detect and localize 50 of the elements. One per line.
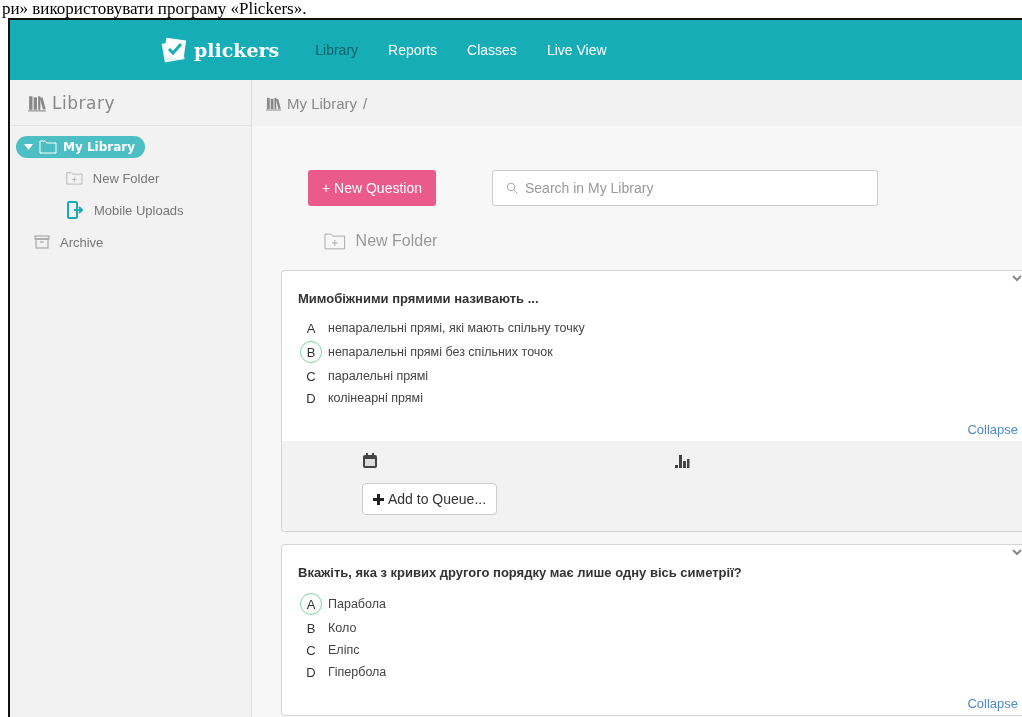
plus-icon bbox=[373, 493, 384, 505]
collapse-link[interactable]: Collapse bbox=[282, 682, 1022, 715]
folder-icon bbox=[39, 140, 57, 154]
brand-name: plickers bbox=[194, 39, 280, 61]
answer-text: Парабола bbox=[328, 597, 386, 611]
new-folder-link[interactable]: New Folder bbox=[252, 206, 1022, 250]
nav-tab[interactable]: Reports bbox=[388, 42, 438, 58]
question-title: Вкажіть, яка з кривих другого порядку має лише одну вісь симетрії? bbox=[298, 564, 743, 582]
tree-item[interactable]: Mobile Uploads bbox=[16, 198, 245, 222]
new-question-button[interactable]: + New Question bbox=[308, 170, 436, 206]
search-icon bbox=[506, 182, 518, 194]
caret-icon bbox=[24, 143, 33, 151]
tree-item[interactable]: My Library bbox=[16, 136, 146, 158]
chevron-icon bbox=[1012, 275, 1022, 283]
answer-text: Коло bbox=[328, 621, 357, 635]
question-title: Мимобіжними прямими називають ... bbox=[298, 290, 540, 308]
answer-letter: A bbox=[305, 319, 317, 338]
logo-icon bbox=[160, 37, 188, 63]
nav-tab[interactable]: Classes bbox=[467, 42, 517, 58]
folder-plus-icon bbox=[324, 232, 346, 250]
answer-letter: D bbox=[305, 389, 317, 408]
books-icon bbox=[28, 93, 46, 112]
answer-letter: D bbox=[305, 663, 317, 682]
answer-letter: C bbox=[305, 641, 317, 660]
breadcrumb-link[interactable]: My Library bbox=[287, 94, 357, 112]
collapse-link[interactable]: Collapse bbox=[282, 408, 1022, 441]
document-caption: ри» використовувати програму «Plickers». bbox=[1, 0, 308, 18]
add-to-queue-button[interactable]: Add to Queue... bbox=[362, 483, 498, 515]
chevron-icon bbox=[1012, 549, 1022, 557]
books-icon bbox=[266, 95, 281, 111]
bar-chart-icon[interactable] bbox=[674, 453, 690, 469]
phone-export-icon bbox=[66, 201, 84, 219]
answer-text: непаралельні прямі без спільних точок bbox=[328, 345, 553, 359]
answer-text: паралельні прямі bbox=[328, 369, 429, 383]
nav-tab[interactable]: Library bbox=[315, 42, 359, 58]
answer-text: Гіпербола bbox=[328, 665, 387, 679]
calendar-icon[interactable] bbox=[362, 453, 378, 469]
sidebar-title: Library bbox=[52, 92, 115, 113]
nav-tab[interactable]: Live View bbox=[546, 42, 607, 58]
breadcrumb-separator: / bbox=[363, 94, 368, 112]
answer-text: Еліпс bbox=[328, 643, 360, 657]
answer-text: непаралельні прямі, які мають спільну точку bbox=[328, 321, 585, 335]
answer-letter: C bbox=[305, 367, 317, 386]
folder-plus-icon bbox=[66, 171, 83, 185]
tree-item[interactable]: Archive bbox=[16, 230, 245, 254]
answer-text: колінеарні прямі bbox=[328, 391, 423, 405]
tree-item[interactable]: New Folder bbox=[16, 166, 245, 190]
answer-letter: B bbox=[305, 619, 317, 638]
archive-box-icon bbox=[34, 235, 50, 249]
search-field[interactable]: Search in My Library bbox=[492, 170, 878, 206]
